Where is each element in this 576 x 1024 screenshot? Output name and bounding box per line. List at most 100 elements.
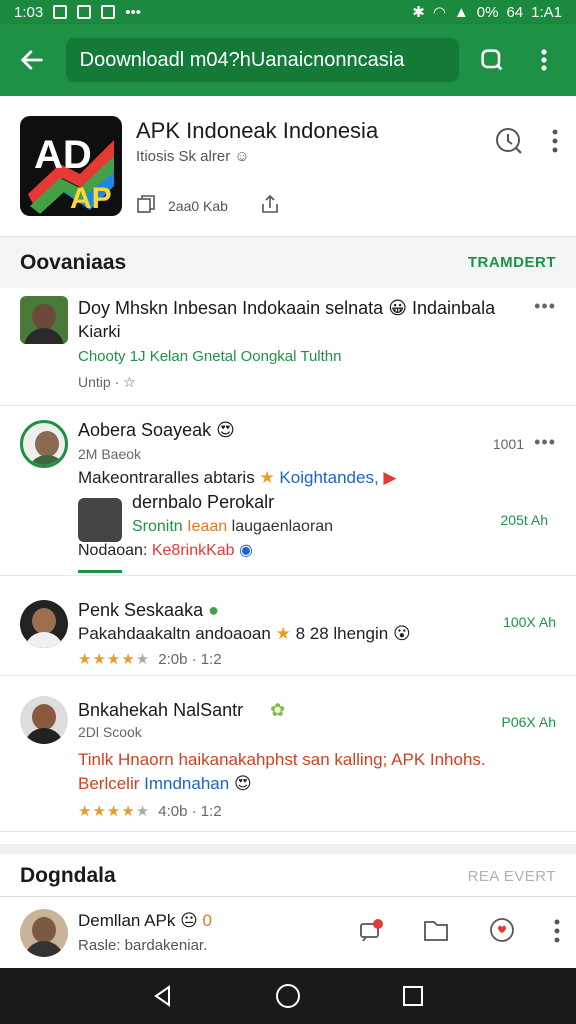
nested-body: laugaenlaoran <box>231 518 334 535</box>
message-icon <box>77 5 92 19</box>
star-icon: ★ <box>275 624 291 643</box>
section-header-overview: Oovaniaas TRAMDERT <box>0 236 576 288</box>
avatar <box>20 296 68 344</box>
app-subtitle-text: Itiosis Sk alrer <box>136 148 231 165</box>
nav-recents-icon[interactable] <box>393 976 433 1016</box>
app-logo: AD AP <box>20 116 122 216</box>
post-body-2: Berlcelir Imndnahan 😍 <box>78 774 252 794</box>
section-action-button[interactable]: TRAMDERT <box>468 254 556 271</box>
post-body-text: Pakahdaakaltn andoaoan <box>78 624 271 643</box>
emoji-icon: 😍 <box>216 420 235 440</box>
post-author: Bnkahekah NalSantr ✿ <box>78 700 285 721</box>
globe-icon: ◉ <box>239 542 253 559</box>
copy-icon <box>136 194 156 217</box>
post-body2-text: Berlcelir <box>78 774 140 793</box>
avatar <box>20 909 68 957</box>
section-title: Oovaniaas <box>20 250 127 274</box>
search-icon[interactable] <box>473 40 513 80</box>
battery-text: 0% <box>476 3 499 21</box>
post-author-text: Doy Mhskn Inbesan Indokaain selnata <box>78 298 384 318</box>
bottom-actions <box>358 917 560 950</box>
back-arrow-icon[interactable] <box>12 40 52 80</box>
post-body: Tinlk Hnaorn haikanakahphst san kalling;… <box>78 750 486 770</box>
emoji-icon: ☺ <box>234 148 250 165</box>
nav-home-icon[interactable] <box>268 976 308 1016</box>
post-meta: P06X Ah <box>501 714 557 730</box>
nested-thumbnail <box>78 498 122 542</box>
post-more-icon[interactable]: ••• <box>534 296 556 317</box>
avatar <box>20 696 68 744</box>
post-tags[interactable]: Chooty 1J Kelan Gnetal Oongkal Tulthn <box>78 348 342 365</box>
post-body: Makeontraralles abtaris ★ Koightandes, ▶ <box>78 468 396 488</box>
bottom-user: Demllan APk 😐 0 <box>78 911 212 931</box>
overflow-menu-icon[interactable] <box>524 40 564 80</box>
section-action-button[interactable]: REA EVERT <box>468 868 556 885</box>
post-body-text: Makeontraralles abtaris <box>78 468 255 487</box>
feed-post[interactable]: Penk Seskaaka ● 100X Ah Pakahdaakaltn an… <box>0 576 576 676</box>
share-icon[interactable] <box>260 194 280 217</box>
emoji-icon: 😐 <box>180 911 198 930</box>
star-icon: ☆ <box>123 374 136 390</box>
bottom-user-sub: Rasle: bardakeniar. <box>78 937 208 954</box>
emoji-icon: 😍 <box>233 774 252 793</box>
post-footer-link[interactable]: Ke8rinkKab <box>152 542 235 559</box>
rating-stars: ★★★★★ 2:0b · 1:2 <box>78 651 222 668</box>
post-body-link[interactable]: Koightandes, <box>279 468 378 487</box>
bluetooth-icon: ✱ <box>412 4 425 21</box>
post-author: Aobera Soayeak 😍 <box>78 420 235 441</box>
post-body: Pakahdaakaltn andoaoan ★ 8 28 lhengin 😮 <box>78 624 411 644</box>
logo-text: AD <box>34 133 92 177</box>
rating-stars: ★★★★★ 4:0b · 1:2 <box>78 803 222 820</box>
bottom-user-name: Demllan APk <box>78 911 176 930</box>
nested-post[interactable]: dernbalo Perokalr Sronitn Ieaan laugaenl… <box>78 492 548 542</box>
app-title: APK Indoneak Indonesia <box>136 118 379 143</box>
avatar <box>20 600 68 648</box>
post-author: Penk Seskaaka ● <box>78 600 219 621</box>
nested-text: Sronitn Ieaan laugaenlaoran <box>132 518 333 536</box>
app-more-icon[interactable] <box>552 129 558 158</box>
post-author-suffix: Indainbala <box>412 298 496 318</box>
folder-icon[interactable] <box>422 918 450 949</box>
status-time-left: 1:03 <box>14 3 44 21</box>
nested-tag[interactable]: Sronitn <box>132 518 183 535</box>
post-footer: Untip · ☆ <box>78 374 136 390</box>
svg-text:AP: AP <box>70 182 112 215</box>
section-header-downloads: Dogndala REA EVERT <box>0 844 576 898</box>
bottom-badge: 0 <box>202 911 212 930</box>
system-nav-bar <box>0 968 576 1024</box>
feed-post[interactable]: Bnkahekah NalSantr ✿ 2Dl Scook P06X Ah T… <box>0 676 576 832</box>
nested-tag-2[interactable]: Ieaan <box>187 518 227 535</box>
clover-icon: ✿ <box>270 700 286 720</box>
notification-icon <box>53 5 68 19</box>
bottom-bar: Demllan APk 😐 0 Rasle: bardakeniar. <box>0 896 576 968</box>
section-title: Dogndala <box>20 864 116 887</box>
rating-meta: 4:0b · 1:2 <box>158 803 222 820</box>
post-author-text: Bnkahekah NalSantr <box>78 700 244 720</box>
heart-chat-icon[interactable] <box>488 917 516 950</box>
emoji-icon: 😮 <box>392 624 411 643</box>
avatar <box>20 420 68 468</box>
comment-icon[interactable] <box>358 918 384 949</box>
post-body2-link[interactable]: Imndnahan <box>144 774 229 793</box>
app-subtitle: Itiosis Sk alrer ☺ <box>136 148 250 165</box>
post-more-icon[interactable]: ••• <box>534 432 556 453</box>
nav-back-icon[interactable] <box>143 976 183 1016</box>
wifi-icon: ◠ <box>432 4 446 21</box>
flag-icon: ▶ <box>383 468 397 487</box>
feed-post[interactable]: Aobera Soayeak 😍 2M Baeok 1001 ••• Makeo… <box>0 406 576 576</box>
bottom-more-icon[interactable] <box>554 919 560 948</box>
history-icon[interactable] <box>494 126 524 161</box>
emoji-icon: 😀 <box>388 298 407 318</box>
post-time: 2M Baeok <box>78 446 142 462</box>
active-indicator <box>78 570 122 573</box>
post-footer-text: Untip <box>78 374 111 390</box>
more-notifications-icon: ••• <box>125 3 141 21</box>
header-icons <box>494 126 558 161</box>
signal-icon: ▲ <box>453 3 469 21</box>
status-bar: 1:03 ••• ✱ ◠ ▲ 0% 64 1:A1 <box>0 0 576 24</box>
app-header: AD AP APK Indoneak Indonesia Itiosis Sk … <box>0 96 576 236</box>
post-body-link[interactable]: APK Inhohs. <box>391 750 486 769</box>
url-field[interactable]: Dоownloadl m04?hUanaicnonncasia <box>65 38 459 82</box>
feed-post[interactable]: Doy Mhskn Inbesan Indokaain selnata 😀 In… <box>0 288 576 406</box>
post-time: 2Dl Scook <box>78 724 142 740</box>
